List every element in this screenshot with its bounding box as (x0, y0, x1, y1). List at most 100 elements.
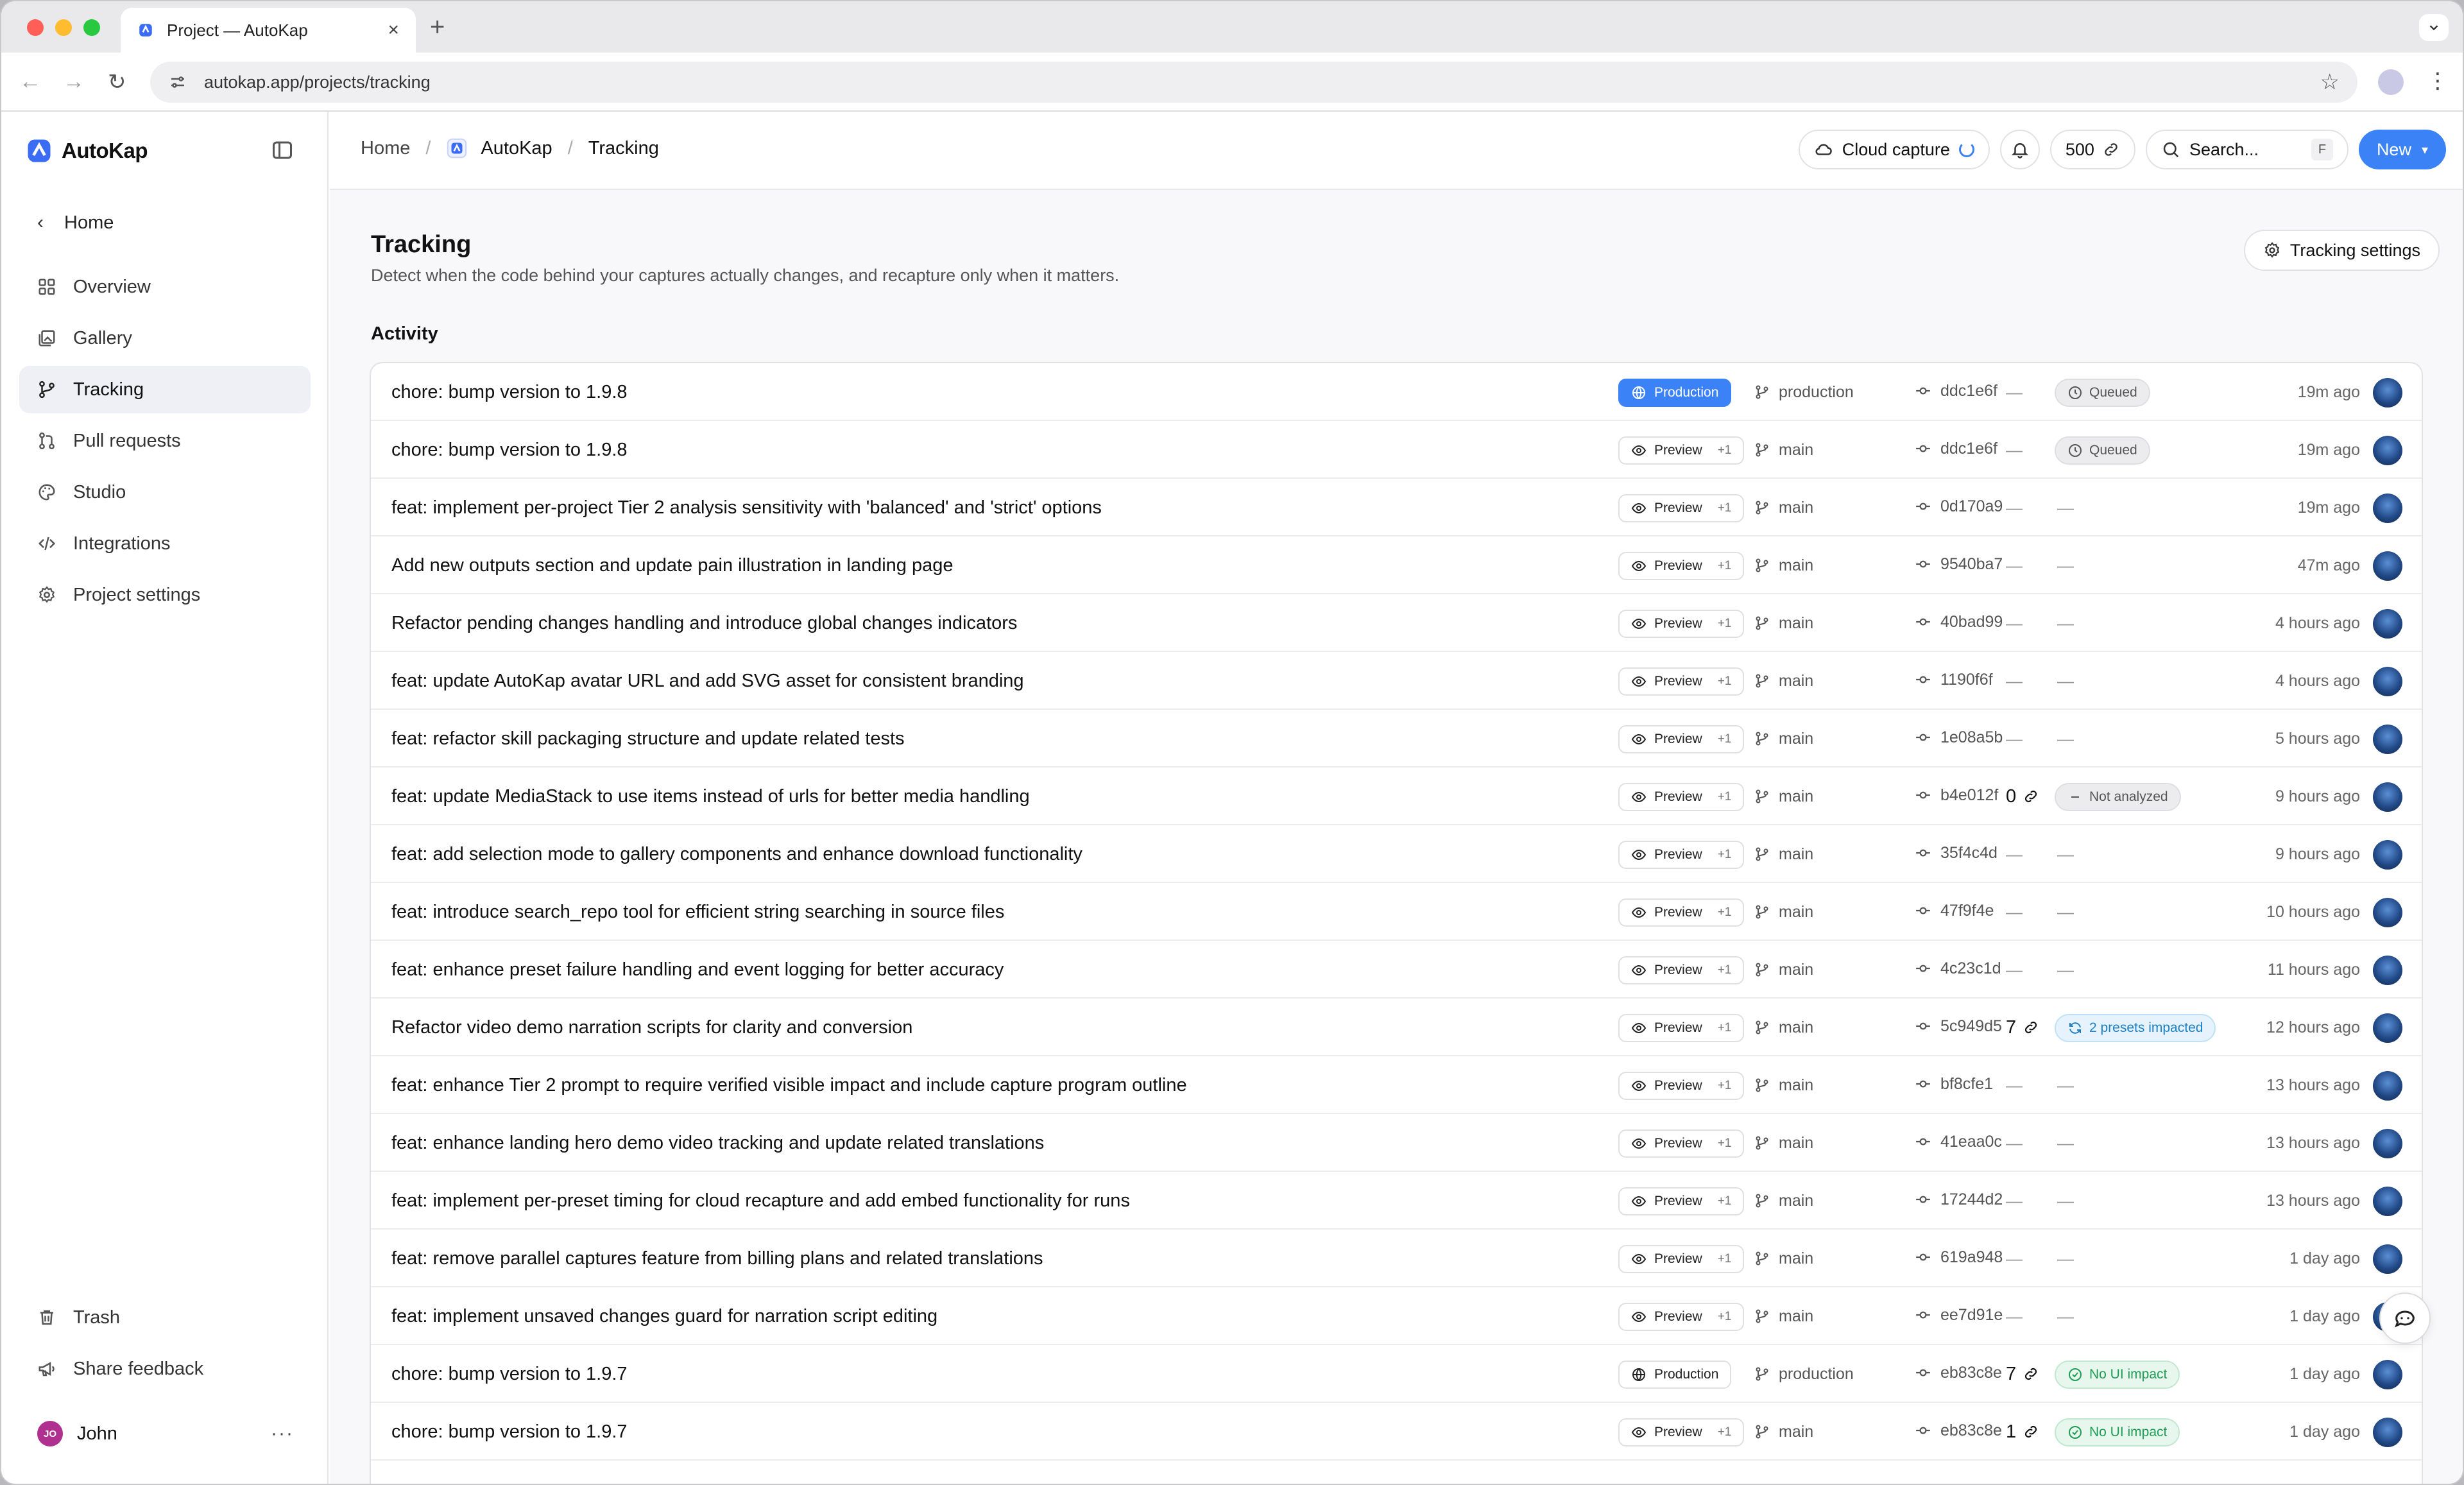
table-row[interactable]: feat: update AutoKap avatar URL and add … (371, 652, 2422, 710)
environment-badge[interactable]: Preview +1 (1618, 1129, 1745, 1158)
environment-badge[interactable]: Preview +1 (1618, 552, 1745, 580)
table-row[interactable]: Refactor pending changes handling and in… (371, 594, 2422, 652)
tab-title: Project — AutoKap (167, 20, 308, 40)
table-row[interactable]: chore: bump version to 1.9.7 Production pr… (371, 1345, 2422, 1403)
breadcrumb-project[interactable]: AutoKap (446, 137, 552, 159)
table-row[interactable]: feat: remove parallel captures feature f… (371, 1230, 2422, 1287)
new-tab-button[interactable]: + (430, 13, 445, 42)
commit-hash[interactable]: 9540ba7 (1915, 536, 2003, 592)
sidebar-item-overview[interactable]: Overview (19, 263, 311, 311)
tracking-settings-button[interactable]: Tracking settings (2243, 230, 2440, 271)
environment-badge[interactable]: Preview +1 (1618, 1014, 1745, 1042)
table-row[interactable]: feat: introduce search_repo tool for eff… (371, 883, 2422, 941)
table-row[interactable]: feat: enhance Tier 2 prompt to require v… (371, 1056, 2422, 1114)
forward-arrow-icon[interactable]: → (63, 69, 85, 94)
commit-hash[interactable]: 17244d2 (1915, 1172, 2003, 1227)
cloud-capture-button[interactable]: Cloud capture (1798, 130, 1990, 169)
table-row[interactable]: Add new outputs section and update pain … (371, 536, 2422, 594)
commit-hash[interactable]: 40bad99 (1915, 594, 2003, 649)
environment-badge[interactable]: Preview +1 (1618, 667, 1745, 696)
url-field[interactable]: autokap.app/projects/tracking ☆ (150, 62, 2357, 103)
environment-badge[interactable]: Preview +1 (1618, 1187, 1745, 1215)
table-row[interactable]: feat: refactor skill packaging structure… (371, 710, 2422, 768)
commit-hash[interactable]: ee7d91e (1915, 1287, 2003, 1343)
commit-hash[interactable]: eb83c8e (1915, 1345, 2002, 1400)
table-row[interactable]: feat: implement unsaved changes guard fo… (371, 1287, 2422, 1345)
environment-badge[interactable]: Production (1618, 1361, 1732, 1389)
close-tab-icon[interactable]: × (388, 19, 399, 41)
environment-badge[interactable]: Preview +1 (1618, 956, 1745, 984)
table-row[interactable]: chore: bump version to 1.9.8 Preview +1 mai… (371, 421, 2422, 479)
table-row[interactable]: Refactor video demo narration scripts fo… (371, 999, 2422, 1056)
environment-badge[interactable]: Preview +1 (1618, 783, 1745, 811)
environment-badge[interactable]: Preview +1 (1618, 1245, 1745, 1273)
more-icon[interactable]: ··· (271, 1423, 294, 1445)
table-row[interactable]: feat: implement per-preset timing for cl… (371, 1172, 2422, 1230)
check-icon (2069, 1368, 2082, 1381)
environment-badge[interactable]: Preview +1 (1618, 841, 1745, 869)
sidebar-item-pull-requests[interactable]: Pull requests (19, 417, 311, 465)
maximize-window-button[interactable] (83, 19, 100, 36)
environment-badge[interactable]: Production (1618, 379, 1732, 407)
commit-message: feat: remove parallel captures feature f… (391, 1248, 1043, 1269)
table-row[interactable]: feat: enhance preset failure handling an… (371, 941, 2422, 999)
table-row[interactable]: feat: update MediaStack to use items ins… (371, 768, 2422, 825)
commit-hash[interactable]: bf8cfe1 (1915, 1056, 1993, 1112)
commit-hash[interactable]: 41eaa0c (1915, 1114, 2002, 1169)
environment-badge[interactable]: Preview +1 (1618, 436, 1745, 465)
environment-badge[interactable]: Preview +1 (1618, 494, 1745, 522)
tab-list-button[interactable] (2419, 14, 2449, 41)
sidebar-item-share-feedback[interactable]: Share feedback (19, 1345, 311, 1393)
browser-tab[interactable]: Project — AutoKap × (121, 8, 416, 53)
table-row[interactable]: feat: add selection mode to gallery comp… (371, 825, 2422, 883)
user-menu[interactable]: JO John ··· (37, 1421, 294, 1446)
sidebar-item-gallery[interactable]: Gallery (19, 314, 311, 362)
commit-hash[interactable]: 35f4c4d (1915, 825, 1998, 880)
sidebar-item-integrations[interactable]: Integrations (19, 520, 311, 567)
environment-badge[interactable]: Preview +1 (1618, 725, 1745, 753)
sidebar-item-trash[interactable]: Trash (19, 1294, 311, 1341)
commit-message: feat: implement per-preset timing for cl… (391, 1190, 1130, 1211)
browser-menu-icon[interactable]: ⋮ (2427, 68, 2449, 94)
commit-hash[interactable]: eb83c8e (1915, 1403, 2002, 1458)
commit-hash[interactable]: 5c949d5 (1915, 999, 2002, 1054)
sidebar-item-project-settings[interactable]: Project settings (19, 571, 311, 619)
environment-badge[interactable]: Preview +1 (1618, 1303, 1745, 1331)
table-row[interactable]: chore: bump version to 1.9.7 Preview +1 mai… (371, 1403, 2422, 1461)
commit-hash[interactable]: 47f9f4e (1915, 883, 1994, 938)
commit-hash[interactable]: 619a948 (1915, 1230, 2003, 1285)
sidebar-collapse-icon[interactable] (271, 139, 294, 162)
environment-badge[interactable]: Preview +1 (1618, 610, 1745, 638)
sidebar-item-studio[interactable]: Studio (19, 468, 311, 516)
home-back-link[interactable]: ‹ Home (37, 212, 114, 234)
sidebar-item-tracking[interactable]: Tracking (19, 366, 311, 413)
environment-badge[interactable]: Preview +1 (1618, 1072, 1745, 1100)
brand-logo[interactable]: AutoKap (26, 137, 148, 164)
commit-hash[interactable]: ddc1e6f (1915, 421, 1998, 476)
table-row[interactable]: feat: implement per-project Tier 2 analy… (371, 479, 2422, 536)
commit-hash[interactable]: 1e08a5b (1915, 710, 2003, 765)
minimize-window-button[interactable] (55, 19, 72, 36)
notifications-button[interactable] (1999, 130, 2040, 169)
commit-hash[interactable]: 0d170a9 (1915, 479, 2003, 534)
bookmark-star-icon[interactable]: ☆ (2320, 69, 2340, 95)
search-input[interactable]: Search... F (2145, 130, 2348, 169)
breadcrumb-home[interactable]: Home (361, 138, 410, 159)
back-arrow-icon[interactable]: ← (19, 69, 41, 94)
impact-count-value: — (2006, 440, 2023, 459)
new-button[interactable]: New ▾ (2358, 130, 2446, 169)
table-row[interactable]: chore: bump version to 1.9.8 Production pr… (371, 363, 2422, 421)
table-row[interactable]: feat: enhance landing hero demo video tr… (371, 1114, 2422, 1172)
commit-hash[interactable]: b4e012f (1915, 768, 1998, 823)
close-window-button[interactable] (27, 19, 44, 36)
environment-badge[interactable]: Preview +1 (1618, 898, 1745, 927)
commit-hash[interactable]: 1190f6f (1915, 652, 1993, 707)
profile-avatar[interactable] (2378, 69, 2404, 95)
commit-hash[interactable]: 4c23c1d (1915, 941, 2001, 996)
support-chat-button[interactable] (2379, 1292, 2431, 1344)
site-settings-icon[interactable] (168, 73, 187, 92)
commit-hash[interactable]: ddc1e6f (1915, 363, 1998, 418)
credits-badge[interactable]: 500 (2049, 130, 2135, 169)
reload-icon[interactable]: ↻ (108, 69, 126, 95)
environment-badge[interactable]: Preview +1 (1618, 1418, 1745, 1446)
